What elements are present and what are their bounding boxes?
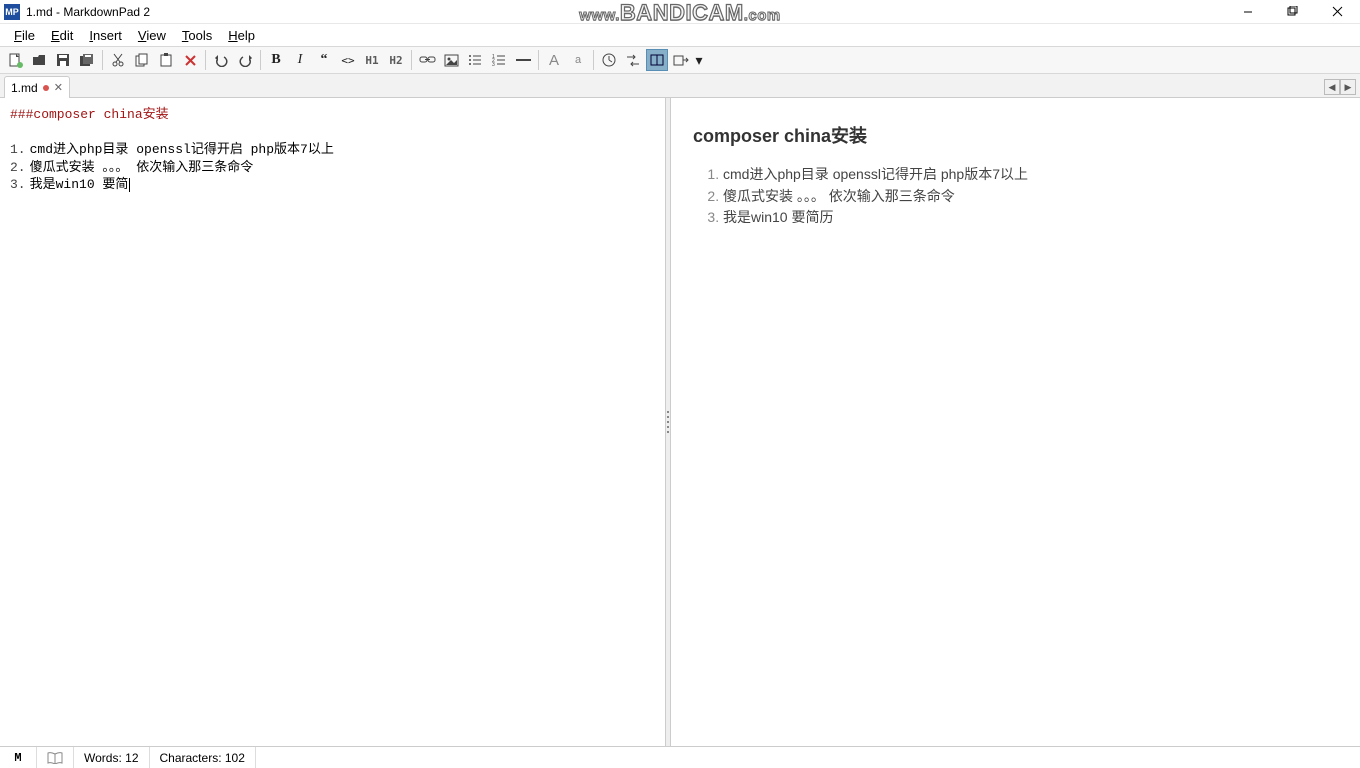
preview-list: cmd进入php目录 openssl记得开启 php版本7以上 傻瓜式安装 。。… (693, 164, 1338, 229)
menu-insert[interactable]: Insert (81, 26, 130, 45)
separator (102, 50, 103, 70)
h1-button[interactable]: H1 (361, 49, 383, 71)
editor-heading-line: ###composer china安装 (10, 106, 655, 124)
markdown-mode-icon[interactable]: M (0, 747, 37, 768)
redo-button[interactable] (234, 49, 256, 71)
minimize-button[interactable] (1225, 0, 1270, 24)
italic-button[interactable]: I (289, 49, 311, 71)
bold-button[interactable]: B (265, 49, 287, 71)
font-larger-button[interactable]: A (543, 49, 565, 71)
menu-file[interactable]: File (6, 26, 43, 45)
image-button[interactable] (440, 49, 462, 71)
tab-bar: 1.md ✕ ◀ ▶ (0, 74, 1360, 98)
editor-line: 1.cmd进入php目录 openssl记得开启 php版本7以上 (10, 141, 655, 159)
app-icon: MP (4, 4, 20, 20)
menubar: File Edit Insert View Tools Help (0, 24, 1360, 46)
word-count: Words: 12 (74, 747, 150, 768)
live-preview-button[interactable] (646, 49, 668, 71)
status-bar: M Words: 12 Characters: 102 (0, 746, 1360, 768)
maximize-button[interactable] (1270, 0, 1315, 24)
toolbar: B I “ <> H1 H2 123 A a ▾ (0, 46, 1360, 74)
hr-button[interactable] (512, 49, 534, 71)
menu-tools[interactable]: Tools (174, 26, 220, 45)
preview-heading: composer china安装 (693, 122, 1338, 148)
editor-pane[interactable]: ###composer china安装 1.cmd进入php目录 openssl… (0, 98, 665, 746)
list-item: 我是win10 要简历 (723, 207, 1338, 229)
reading-mode-icon[interactable] (37, 747, 74, 768)
tab-close-icon[interactable]: ✕ (54, 81, 63, 94)
quote-button[interactable]: “ (313, 49, 335, 71)
menu-view[interactable]: View (130, 26, 174, 45)
window-title: 1.md - MarkdownPad 2 (26, 5, 150, 19)
main-content: ###composer china安装 1.cmd进入php目录 openssl… (0, 98, 1360, 746)
menu-edit[interactable]: Edit (43, 26, 81, 45)
unsaved-indicator-icon (43, 85, 49, 91)
delete-button[interactable] (179, 49, 201, 71)
text-caret (129, 178, 130, 192)
new-file-button[interactable] (4, 49, 26, 71)
save-all-button[interactable] (76, 49, 98, 71)
menu-help[interactable]: Help (220, 26, 263, 45)
separator (593, 50, 594, 70)
link-button[interactable] (416, 49, 438, 71)
timestamp-button[interactable] (598, 49, 620, 71)
document-tab[interactable]: 1.md ✕ (4, 76, 70, 98)
list-item: cmd进入php目录 openssl记得开启 php版本7以上 (723, 164, 1338, 186)
char-count: Characters: 102 (150, 747, 256, 768)
list-item: 傻瓜式安装 。。。 依次输入那三条命令 (723, 186, 1338, 208)
save-button[interactable] (52, 49, 74, 71)
ol-button[interactable]: 123 (488, 49, 510, 71)
preview-pane: composer china安装 cmd进入php目录 openssl记得开启 … (671, 98, 1360, 746)
editor-line: 2.傻瓜式安装 。。。 依次输入那三条命令 (10, 159, 655, 177)
separator (538, 50, 539, 70)
code-button[interactable]: <> (337, 49, 359, 71)
tab-scroll-right-button[interactable]: ▶ (1340, 79, 1356, 95)
undo-button[interactable] (210, 49, 232, 71)
titlebar: MP 1.md - MarkdownPad 2 www.BANDICAM.com (0, 0, 1360, 24)
font-smaller-button[interactable]: a (567, 49, 589, 71)
convert-button[interactable] (622, 49, 644, 71)
h2-button[interactable]: H2 (385, 49, 407, 71)
close-button[interactable] (1315, 0, 1360, 24)
separator (260, 50, 261, 70)
copy-button[interactable] (131, 49, 153, 71)
export-dropdown-icon[interactable]: ▾ (694, 49, 704, 71)
paste-button[interactable] (155, 49, 177, 71)
separator (205, 50, 206, 70)
tab-scroll-left-button[interactable]: ◀ (1324, 79, 1340, 95)
watermark: www.BANDICAM.com (579, 0, 780, 26)
svg-text:3: 3 (492, 62, 495, 66)
cut-button[interactable] (107, 49, 129, 71)
tab-label: 1.md (11, 81, 38, 95)
ul-button[interactable] (464, 49, 486, 71)
export-button[interactable] (670, 49, 692, 71)
editor-line: 3.我是win10 要简 (10, 176, 655, 194)
separator (411, 50, 412, 70)
open-file-button[interactable] (28, 49, 50, 71)
